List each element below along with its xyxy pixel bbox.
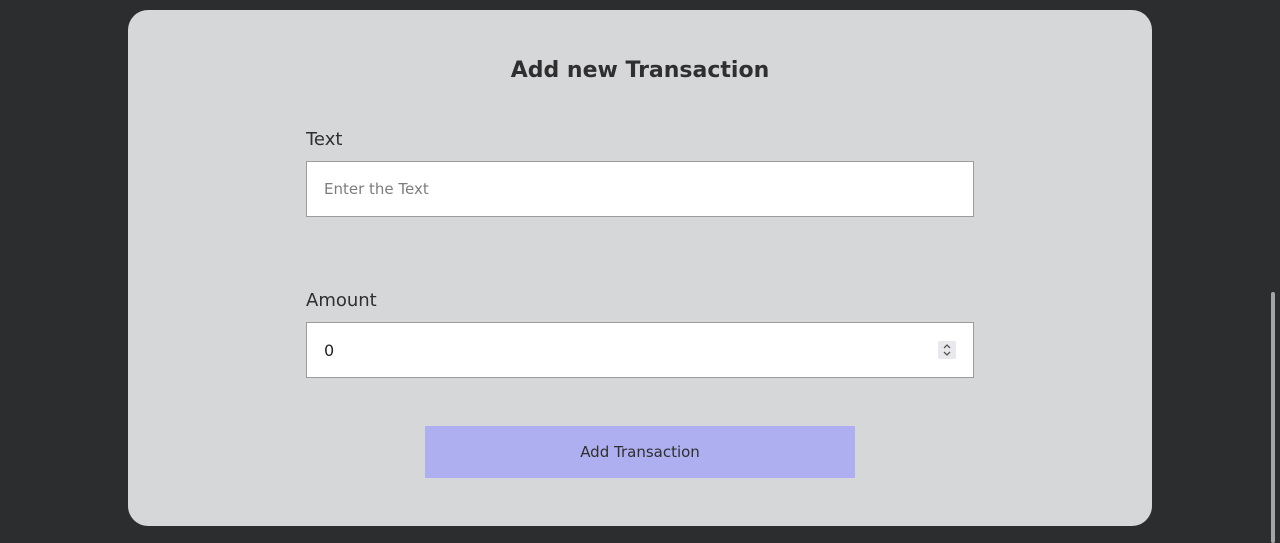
amount-input[interactable]	[306, 322, 974, 378]
text-field-label: Text	[306, 129, 343, 150]
page: Add new Transaction Text Amount Add Tran…	[0, 0, 1280, 543]
transaction-form-card: Add new Transaction Text Amount Add Tran…	[128, 10, 1152, 526]
form-title: Add new Transaction	[510, 58, 770, 83]
add-transaction-button[interactable]: Add Transaction	[425, 426, 855, 478]
scrollbar-thumb[interactable]	[1271, 292, 1275, 543]
number-spinner-icon[interactable]	[938, 341, 956, 359]
text-input[interactable]	[306, 161, 974, 217]
page-scrollbar[interactable]	[1266, 0, 1280, 543]
amount-field-label: Amount	[306, 290, 377, 311]
